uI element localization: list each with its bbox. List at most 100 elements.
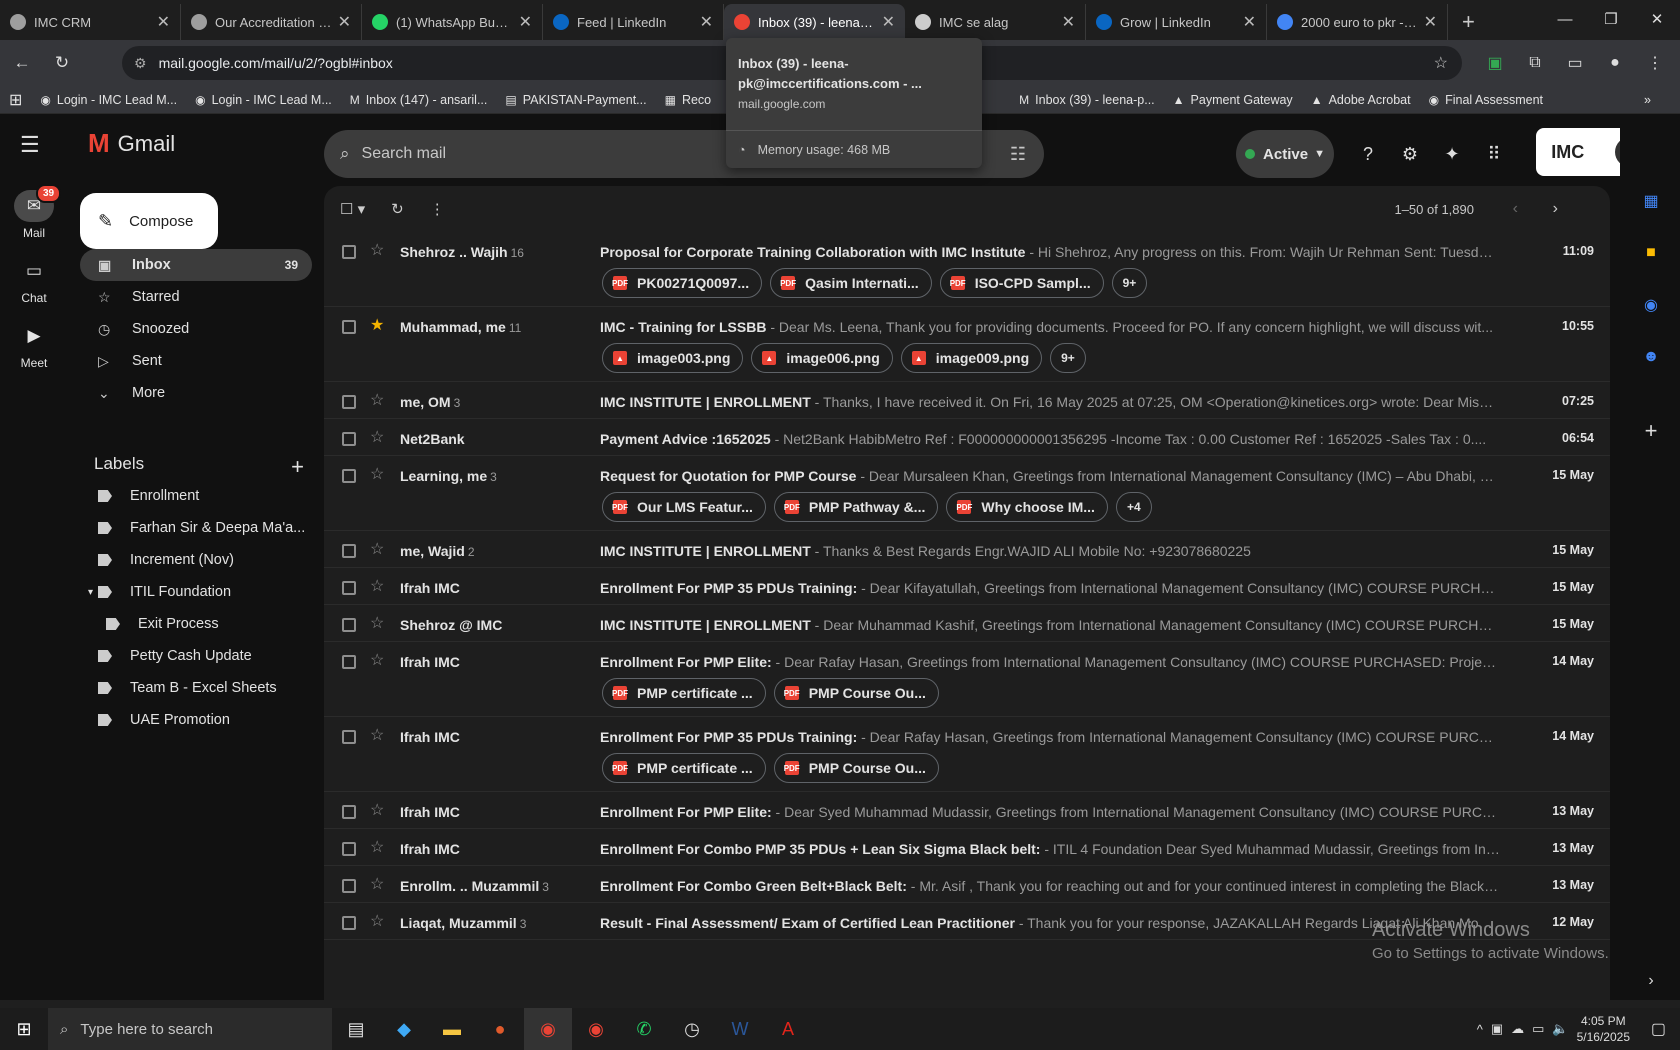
compose-button[interactable]: ✎ Compose (80, 193, 218, 249)
row-checkbox[interactable] (342, 618, 356, 632)
bookmark-item[interactable]: ▲ Adobe Acrobat (1302, 93, 1420, 107)
browser-tab[interactable]: Our Accreditation | IMC ✕ (181, 4, 362, 40)
clock[interactable]: 4:05 PM 5/16/2025 (1577, 1013, 1630, 1045)
star-icon[interactable]: ☆ (370, 725, 384, 745)
label-item[interactable]: Exit Process (80, 608, 312, 640)
rail-meet[interactable]: ▶ Meet (0, 320, 68, 370)
email-row[interactable]: ☆ me, OM 3 IMC INSTITUTE | ENROLLMENT - Tha… (324, 382, 1610, 419)
copilot-icon[interactable]: ◆ (380, 1008, 428, 1050)
browser-tab[interactable]: Feed | LinkedIn ✕ (543, 4, 724, 40)
attachment-chip[interactable]: PDF PMP Course Ou... (773, 678, 939, 708)
browser-tab[interactable]: IMC CRM ✕ (0, 4, 181, 40)
tasks-icon[interactable]: ◉ (1640, 294, 1662, 316)
nav-item-more[interactable]: ⌄ More (80, 377, 312, 409)
attachment-chip[interactable]: ▲ image009.png (900, 343, 1043, 373)
bookmark-item[interactable]: ▤ PAKISTAN-Payment... (496, 93, 655, 107)
label-item[interactable]: Petty Cash Update (80, 640, 312, 672)
email-row[interactable]: ☆ Net2Bank Payment Advice :1652025 - Net2B… (324, 419, 1610, 456)
tab-close-icon[interactable]: ✕ (157, 12, 170, 32)
attachment-chip[interactable]: PDF PMP Course Ou... (773, 753, 939, 783)
star-icon[interactable]: ☆ (370, 800, 384, 820)
contacts-icon[interactable]: ☻ (1640, 346, 1662, 368)
email-row[interactable]: ☆ me, Wajid 2 IMC INSTITUTE | ENROLLMENT - … (324, 531, 1610, 568)
tab-close-icon[interactable]: ✕ (519, 12, 532, 32)
gmail-logo[interactable]: M Gmail (88, 128, 175, 159)
star-icon[interactable]: ☆ (370, 464, 384, 484)
select-all-checkbox[interactable]: ☐ ▾ (340, 200, 365, 218)
browser-tab[interactable]: 2000 euro to pkr - Google ✕ (1267, 4, 1448, 40)
more-attachments[interactable]: +4 (1115, 492, 1152, 522)
help-icon[interactable]: ? (1352, 138, 1384, 170)
star-icon[interactable]: ☆ (370, 576, 384, 596)
prev-page-icon[interactable]: ‹ (1513, 200, 1518, 218)
star-icon[interactable]: ☆ (370, 390, 384, 410)
profile-avatar-icon[interactable]: ● (1598, 46, 1632, 80)
maximize-icon[interactable]: ❐ (1588, 0, 1634, 38)
main-menu-icon[interactable]: ☰ (20, 132, 40, 158)
label-item[interactable]: Team B - Excel Sheets (80, 672, 312, 704)
task-view-icon[interactable]: ▤ (332, 1008, 380, 1050)
site-info-icon[interactable]: ⚙ (134, 55, 147, 72)
star-icon[interactable]: ☆ (370, 837, 384, 857)
email-row[interactable]: ☆ Ifrah IMC Enrollment For PMP Elite: - De… (324, 642, 1610, 717)
star-icon[interactable]: ☆ (370, 427, 384, 447)
row-checkbox[interactable] (342, 544, 356, 558)
row-checkbox[interactable] (342, 581, 356, 595)
apps-icon[interactable]: ⊞ (0, 90, 31, 110)
browser-tab[interactable]: Inbox (39) - leena-pk@ ✕ (724, 4, 905, 40)
gemini-sparkle-icon[interactable]: ✦ (1436, 138, 1468, 170)
tray-overflow-icon[interactable]: ^ (1477, 1022, 1483, 1037)
file-explorer-icon[interactable]: ▬ (428, 1008, 476, 1050)
email-row[interactable]: ★ Muhammad, me 11 IMC - Training for LSSBB … (324, 307, 1610, 382)
bookmark-item[interactable]: ◉ Login - IMC Lead M... (31, 93, 186, 107)
extension-icon[interactable]: ▣ (1478, 46, 1512, 80)
refresh-icon[interactable]: ↻ (391, 200, 404, 218)
bookmark-star-icon[interactable]: ☆ (1434, 53, 1448, 73)
attachment-chip[interactable]: PDF Our LMS Featur... (602, 492, 766, 522)
calendar-icon[interactable]: ▦ (1640, 190, 1662, 212)
word-icon[interactable]: W (716, 1008, 764, 1050)
bookmark-item[interactable]: ◉ Login - IMC Lead M... (186, 93, 341, 107)
rail-chat[interactable]: ▭ Chat (0, 255, 68, 305)
email-row[interactable]: ☆ Ifrah IMC Enrollment For PMP Elite: - De… (324, 792, 1610, 829)
label-item[interactable]: Enrollment (80, 480, 312, 512)
row-checkbox[interactable] (342, 842, 356, 856)
browser-tab[interactable]: (1) WhatsApp Business ✕ (362, 4, 543, 40)
star-icon[interactable]: ☆ (370, 911, 384, 931)
close-window-icon[interactable]: ✕ (1634, 0, 1680, 38)
nav-item-snoozed[interactable]: ◷ Snoozed (80, 313, 312, 345)
tab-close-icon[interactable]: ✕ (700, 12, 713, 32)
search-options-icon[interactable]: ☷ (1010, 144, 1026, 165)
email-row[interactable]: ☆ Ifrah IMC Enrollment For PMP 35 PDUs Tra… (324, 717, 1610, 792)
next-page-icon[interactable]: › (1553, 200, 1558, 218)
label-item[interactable]: ▾ ITIL Foundation (80, 576, 312, 608)
nav-item-inbox[interactable]: ▣ Inbox 39 (80, 249, 312, 281)
more-attachments[interactable]: 9+ (1050, 343, 1086, 373)
row-checkbox[interactable] (342, 655, 356, 669)
volume-icon[interactable]: 🔈 (1552, 1021, 1568, 1037)
tab-close-icon[interactable]: ✕ (1062, 12, 1075, 32)
search-icon[interactable]: ⌕ (340, 144, 350, 164)
row-checkbox[interactable] (342, 395, 356, 409)
bookmark-item[interactable]: ◉ Final Assessment (1420, 93, 1552, 107)
get-addons-icon[interactable]: + (1640, 418, 1662, 443)
whatsapp-icon[interactable]: ✆ (620, 1008, 668, 1050)
star-icon[interactable]: ★ (370, 315, 384, 335)
email-row[interactable]: ☆ Ifrah IMC Enrollment For Combo PMP 35 PD… (324, 829, 1610, 866)
bookmarks-overflow-icon[interactable]: » (1635, 93, 1660, 107)
attachment-chip[interactable]: PDF PMP certificate ... (602, 678, 766, 708)
onedrive-icon[interactable]: ☁ (1511, 1021, 1524, 1037)
new-tab-icon[interactable]: + (1448, 4, 1489, 40)
attachment-chip[interactable]: ▲ image006.png (751, 343, 893, 373)
settings-gear-icon[interactable]: ⚙ (1394, 138, 1426, 170)
tab-close-icon[interactable]: ✕ (882, 12, 895, 32)
chrome-profile-icon[interactable]: ◉ (572, 1008, 620, 1050)
expand-caret-icon[interactable]: ▾ (88, 587, 93, 598)
row-checkbox[interactable] (342, 432, 356, 446)
minimize-icon[interactable]: — (1542, 0, 1588, 38)
attachment-chip[interactable]: PDF PMP Pathway &... (773, 492, 939, 522)
row-checkbox[interactable] (342, 730, 356, 744)
chrome-menu-icon[interactable]: ⋮ (1638, 46, 1672, 80)
status-button[interactable]: Active ▼ (1236, 130, 1334, 178)
tray-app-icon[interactable]: ▣ (1491, 1021, 1503, 1037)
